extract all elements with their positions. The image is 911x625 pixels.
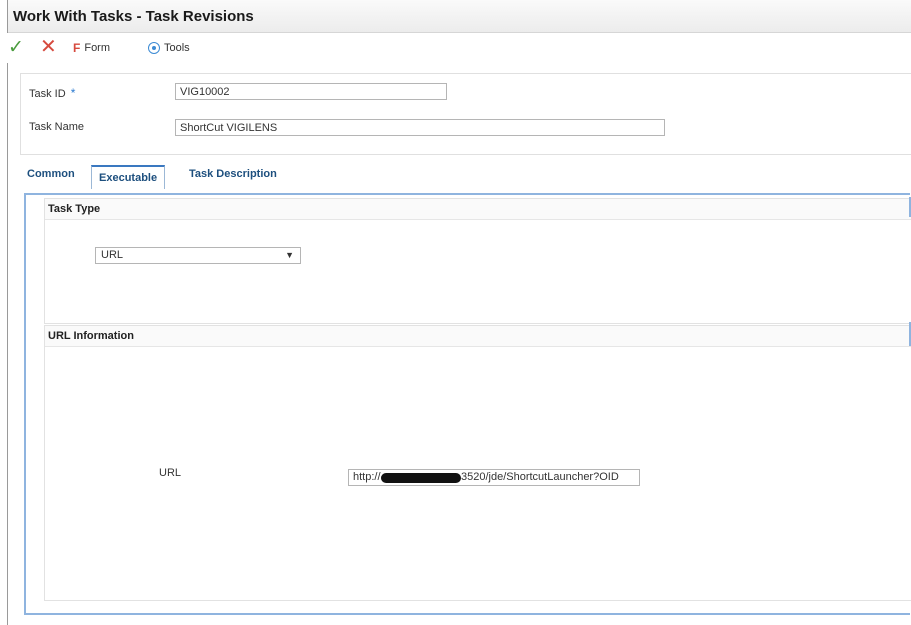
tab-strip: Common Executable Task Description	[20, 165, 911, 190]
task-type-selected-value: URL	[101, 249, 124, 261]
cancel-button[interactable]: ✕	[40, 36, 61, 58]
task-type-header: Task Type	[45, 199, 911, 220]
required-star-icon: *	[70, 86, 76, 100]
tab-common[interactable]: Common	[27, 168, 75, 180]
task-type-heading: Task Type	[48, 203, 101, 215]
close-icon: ✕	[40, 36, 57, 58]
form-icon: F	[73, 41, 81, 55]
url-label: URL	[159, 467, 182, 479]
window-titlebar: Work With Tasks - Task Revisions	[8, 0, 911, 33]
tab-executable[interactable]: Executable	[91, 165, 166, 189]
task-name-label: Task Name	[29, 121, 85, 133]
task-id-field[interactable]	[175, 83, 447, 100]
toolbar: ✓ ✕ F Form Tools	[0, 33, 911, 63]
chevron-down-icon: ▼	[285, 250, 294, 260]
tools-menu-button[interactable]: Tools	[148, 42, 190, 54]
form-menu-label: Form	[84, 42, 111, 54]
task-type-section: Task Type URL ▼	[44, 198, 911, 324]
task-header-panel: Task ID* Task Name	[20, 73, 911, 155]
tools-menu-label: Tools	[164, 42, 190, 54]
window-title: Work With Tasks - Task Revisions	[13, 8, 254, 25]
checkmark-icon: ✓	[8, 37, 24, 58]
url-information-header: URL Information	[45, 326, 911, 347]
url-information-section: URL Information URL http:// 3520/jde/Sho…	[44, 325, 911, 601]
executable-tab-panel: Task Type URL ▼ URL Information URL http…	[24, 193, 911, 615]
url-value-prefix: http://	[353, 471, 381, 483]
task-id-label: Task ID *	[29, 86, 76, 100]
url-value-suffix: 3520/jde/ShortcutLauncher?OID	[461, 471, 619, 483]
redaction-bar	[381, 473, 461, 483]
task-type-select[interactable]: URL ▼	[95, 247, 301, 264]
tools-icon	[148, 42, 160, 54]
tab-task-description[interactable]: Task Description	[189, 168, 277, 180]
url-information-heading: URL Information	[48, 330, 134, 342]
window-left-border	[7, 0, 8, 625]
task-name-field[interactable]	[175, 119, 665, 136]
form-menu-button[interactable]: F Form	[73, 41, 110, 55]
ok-button[interactable]: ✓	[8, 38, 28, 57]
url-field[interactable]: http:// 3520/jde/ShortcutLauncher?OID	[348, 469, 640, 486]
